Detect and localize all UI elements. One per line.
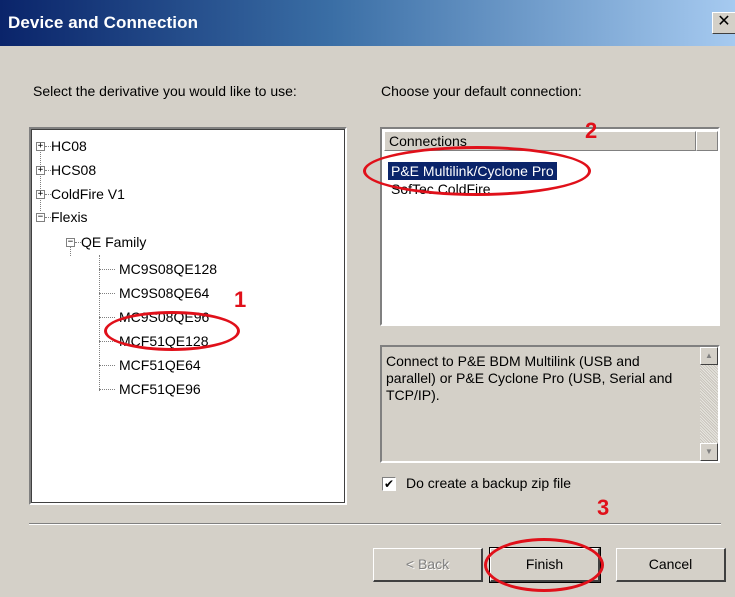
collapse-toggle-icon[interactable]: −	[66, 238, 75, 247]
checkmark-icon: ✔	[383, 477, 395, 491]
tree-item-mcf51qe96[interactable]: MCF51QE96	[119, 380, 201, 398]
footer-separator	[29, 523, 721, 525]
cancel-button[interactable]: Cancel	[616, 548, 726, 582]
collapse-toggle-icon[interactable]: −	[36, 213, 45, 222]
derivative-prompt-label: Select the derivative you would like to …	[33, 83, 297, 99]
scroll-up-button[interactable]: ▲	[700, 347, 718, 365]
tree-item-mcf51qe128[interactable]: MCF51QE128	[119, 332, 208, 350]
tree-line	[99, 317, 115, 318]
tree-item-flexis[interactable]: Flexis	[51, 208, 88, 226]
title-bar[interactable]: Device and Connection ✕	[0, 0, 735, 46]
tree-item-hcs08[interactable]: HCS08	[51, 161, 96, 179]
finish-button[interactable]: Finish	[489, 547, 601, 583]
close-button[interactable]: ✕	[712, 12, 735, 34]
tree-item-mc9s08qe96[interactable]: MC9S08QE96	[119, 308, 209, 326]
connection-item-pe-multilink[interactable]: P&E Multilink/Cyclone Pro	[388, 162, 557, 180]
annotation-number-1: 1	[234, 287, 247, 312]
expand-toggle-icon[interactable]: +	[36, 190, 45, 199]
connections-list[interactable]: Connections P&E Multilink/Cyclone Pro So…	[380, 127, 720, 326]
tree-line	[99, 269, 115, 270]
tree-item-mc9s08qe64[interactable]: MC9S08QE64	[119, 284, 209, 302]
scroll-down-button[interactable]: ▼	[700, 443, 718, 461]
description-scrollbar[interactable]: ▲ ▼	[700, 347, 718, 461]
tree-item-hc08[interactable]: HC08	[51, 137, 87, 155]
tree-line	[99, 365, 115, 366]
tree-line	[40, 147, 41, 211]
description-text: Connect to P&E BDM Multilink (USB and pa…	[386, 353, 673, 403]
backup-zip-label[interactable]: Do create a backup zip file	[406, 475, 571, 491]
derivative-tree[interactable]: + + + − − HC08 HCS08 ColdFire V1 Flexis …	[29, 127, 347, 505]
backup-zip-checkbox[interactable]: ✔	[382, 477, 396, 491]
arrow-up-icon: ▲	[705, 351, 713, 360]
tree-line	[99, 341, 115, 342]
tree-item-qe-family[interactable]: QE Family	[81, 233, 146, 251]
connection-item-softec-coldfire[interactable]: SofTec ColdFire	[388, 180, 494, 198]
expand-toggle-icon[interactable]: +	[36, 166, 45, 175]
tree-line	[99, 389, 115, 390]
window-title: Device and Connection	[8, 13, 199, 32]
tree-line	[99, 255, 100, 391]
back-button[interactable]: < Back	[373, 548, 483, 582]
tree-item-mc9s08qe128[interactable]: MC9S08QE128	[119, 260, 217, 278]
annotation-number-3: 3	[597, 495, 610, 520]
expand-toggle-icon[interactable]: +	[36, 142, 45, 151]
tree-item-mcf51qe64[interactable]: MCF51QE64	[119, 356, 201, 374]
tree-line	[99, 293, 115, 294]
arrow-down-icon: ▼	[705, 447, 713, 456]
connection-description: Connect to P&E BDM Multilink (USB and pa…	[380, 345, 720, 463]
tree-item-coldfire-v1[interactable]: ColdFire V1	[51, 185, 125, 203]
connections-column-header[interactable]: Connections	[384, 131, 696, 151]
column-header-filler	[696, 131, 718, 151]
device-connection-dialog: Device and Connection ✕ Select the deriv…	[0, 0, 735, 597]
annotation-number-2: 2	[585, 118, 598, 143]
connection-prompt-label: Choose your default connection:	[381, 83, 582, 99]
close-icon: ✕	[717, 13, 731, 30]
